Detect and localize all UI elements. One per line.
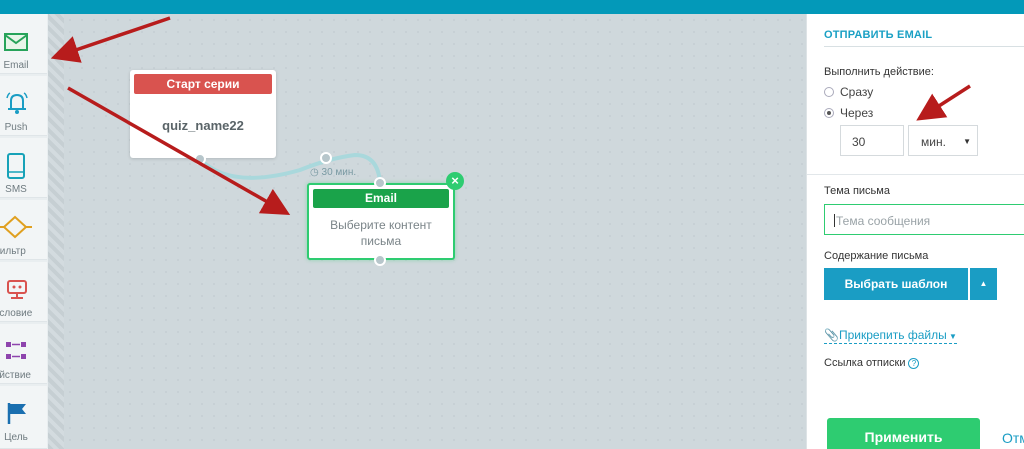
attach-files-label: Прикрепить файлы: [838, 328, 947, 342]
email-output-node[interactable]: [374, 254, 386, 266]
radio-now-control[interactable]: [824, 87, 834, 97]
robot-icon: [7, 280, 27, 299]
email-card[interactable]: Email Выберите контент письма: [307, 183, 455, 260]
tool-email[interactable]: Email: [0, 14, 47, 74]
chevron-down-icon: ▼: [963, 137, 971, 146]
start-series-header: Старт серии: [134, 74, 272, 94]
delay-value-input[interactable]: 30: [840, 125, 904, 156]
email-card-body: Выберите контент письма: [330, 218, 432, 248]
radio-after-label: Через: [840, 106, 874, 120]
tool-goal[interactable]: Цель: [0, 386, 47, 449]
connector-handle[interactable]: [320, 152, 332, 164]
delay-unit-select[interactable]: мин. ▼: [908, 125, 978, 156]
tool-push[interactable]: Push: [0, 76, 47, 136]
text-cursor: [834, 214, 835, 227]
tool-condition[interactable]: Условие: [0, 262, 47, 322]
tool-action-label: Действие: [0, 370, 31, 381]
tool-filter-label: Фильтр: [0, 246, 26, 257]
panel-title: ОТПРАВИТЬ EMAIL: [824, 29, 933, 41]
radio-after[interactable]: Через: [824, 106, 873, 120]
email-card-header: Email: [313, 189, 449, 208]
action-label: Выполнить действие:: [824, 66, 934, 78]
tool-push-label: Push: [4, 122, 28, 133]
phone-icon: [7, 153, 25, 179]
subject-placeholder: Тема сообщения: [836, 214, 931, 228]
section-divider: [807, 174, 1024, 175]
delay-label: ◷ 30 мин.: [310, 167, 357, 178]
top-bar: [0, 0, 1024, 14]
panel-title-underline: [824, 46, 1024, 47]
bell-icon: [6, 92, 28, 114]
email-icon: [4, 33, 28, 51]
tool-sms[interactable]: SMS: [0, 138, 47, 198]
clock-icon: ◷: [310, 167, 319, 178]
filter-icon: [0, 215, 32, 239]
start-series-card[interactable]: Старт серии quiz_name22: [130, 70, 276, 158]
settings-panel: ОТПРАВИТЬ EMAIL Выполнить действие: Сраз…: [806, 14, 1024, 449]
action-icon: [6, 342, 26, 359]
series-name: quiz_name22: [162, 118, 244, 133]
tool-goal-label: Цель: [4, 432, 28, 443]
tool-condition-label: Условие: [0, 308, 33, 319]
attach-files-link[interactable]: 📎Прикрепить файлы ▼: [824, 329, 957, 344]
toolbox-divider: [48, 14, 64, 449]
delay-unit-value: мин.: [921, 135, 946, 149]
tool-email-label: Email: [3, 60, 29, 71]
email-input-node[interactable]: [374, 177, 386, 189]
tool-sms-label: SMS: [5, 184, 27, 195]
subject-label: Тема письма: [824, 185, 890, 197]
close-icon[interactable]: ×: [446, 172, 464, 190]
subject-input[interactable]: Тема сообщения: [824, 204, 1024, 235]
apply-button[interactable]: Применить: [827, 418, 980, 449]
choose-template-button[interactable]: Выбрать шаблон: [824, 268, 968, 300]
radio-after-control[interactable]: [824, 108, 834, 118]
start-output-node[interactable]: [194, 153, 206, 165]
template-dropdown-button[interactable]: ▲: [970, 268, 997, 300]
unsubscribe-link-label: Ссылка отписки?: [824, 357, 920, 369]
content-label: Содержание письма: [824, 250, 929, 262]
caret-up-icon: ▲: [979, 279, 988, 288]
tool-filter[interactable]: Фильтр: [0, 200, 47, 260]
cancel-button[interactable]: Отм: [1002, 430, 1024, 446]
flag-icon: [7, 403, 26, 424]
node-toolbox: Email Push SMS Фильтр: [0, 14, 48, 449]
radio-now-label: Сразу: [840, 85, 874, 99]
help-icon[interactable]: ?: [908, 358, 920, 369]
radio-now[interactable]: Сразу: [824, 85, 873, 99]
caret-down-icon: ▼: [946, 332, 957, 341]
tool-action[interactable]: Действие: [0, 324, 47, 384]
paperclip-icon: 📎: [824, 328, 839, 342]
